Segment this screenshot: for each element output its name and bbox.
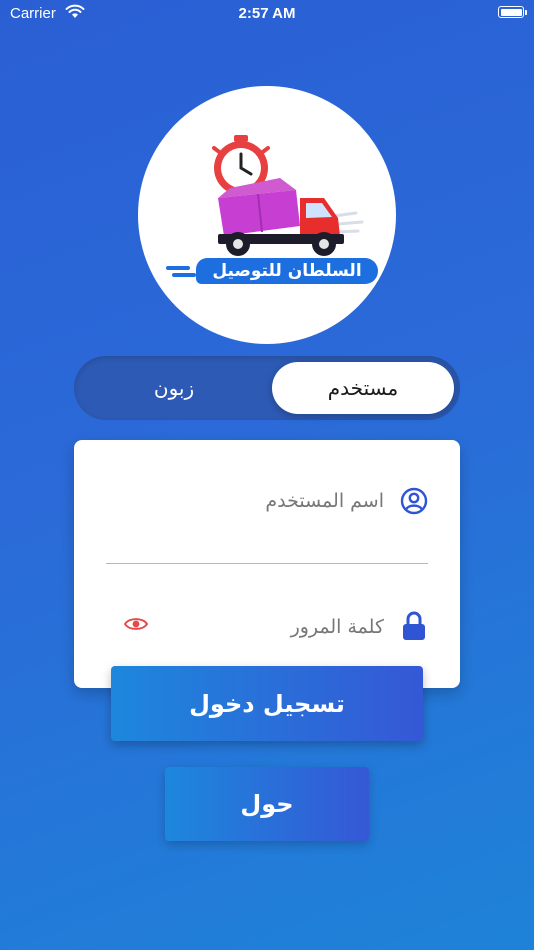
app-logo: السلطان للتوصيل [138,86,396,344]
lock-icon [400,610,428,646]
username-input[interactable] [114,482,386,520]
segment-customer[interactable]: زبون [94,362,254,414]
user-type-segmented-control: زبون مستخدم [74,356,460,420]
field-divider [106,563,428,564]
user-circle-icon [400,487,428,519]
battery-icon [498,6,524,18]
password-input[interactable] [174,608,386,646]
eye-icon[interactable] [124,616,148,636]
clock: 2:57 AM [0,5,534,22]
logo-text: السلطان للتوصيل [196,258,378,284]
delivery-truck-icon [138,86,396,344]
status-bar: Carrier 2:57 AM [0,0,534,30]
login-form-card [74,440,460,688]
segment-user[interactable]: مستخدم [272,362,454,414]
login-button[interactable]: تسجيل دخول [111,666,423,741]
about-button[interactable]: حول [165,767,369,841]
